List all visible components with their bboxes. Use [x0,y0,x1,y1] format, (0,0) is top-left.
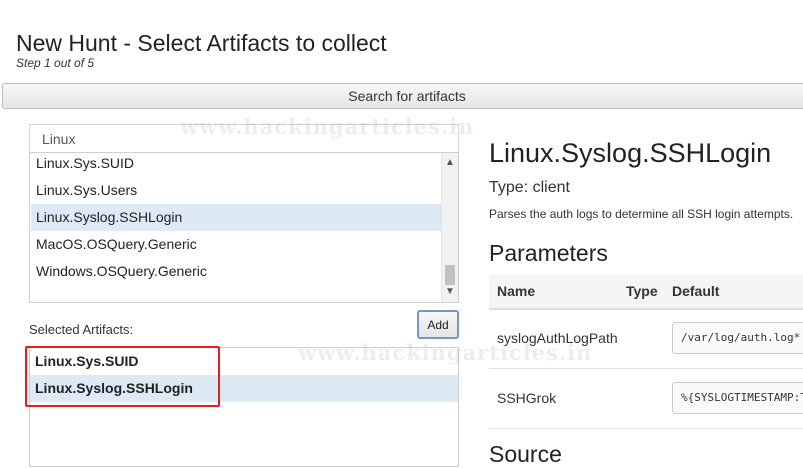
artifact-list-item[interactable]: Linux.Sys.Users [31,177,442,204]
selected-artifacts-label: Selected Artifacts: [29,322,134,337]
artifact-list-item[interactable]: Windows.OSQuery.Generic [31,258,442,285]
parameter-row: syslogAuthLogPath /var/log/auth.log* [489,309,803,369]
artifact-list-scrollbar[interactable]: ▲ ▼ [441,153,458,302]
parameters-heading: Parameters [489,240,608,266]
parameter-default-input[interactable]: %{SYSLOGTIMESTAMP:Timestamp} [672,382,803,414]
artifact-list-item[interactable]: Linux.Syslog.SSHLogin [31,204,442,231]
watermark: www.hackingarticles.in [180,114,475,139]
step-indicator: Step 1 out of 5 [16,56,95,70]
parameter-name: syslogAuthLogPath [497,330,618,346]
source-heading: Source [489,441,562,467]
scroll-down-icon[interactable]: ▼ [442,284,458,300]
artifact-list[interactable]: Linux.Sys.SUID Linux.Sys.Users Linux.Sys… [29,152,459,303]
artifact-list-item[interactable]: MacOS.OSQuery.Generic [31,231,442,258]
parameter-row: SSHGrok %{SYSLOGTIMESTAMP:Timestamp} [489,369,803,429]
column-type-header: Type [626,283,658,299]
add-artifact-button[interactable]: Add [417,310,459,339]
artifact-type: Type: client [489,179,570,196]
artifact-description: Parses the auth logs to determine all SS… [489,207,794,221]
parameter-default-input[interactable]: /var/log/auth.log* [672,322,803,354]
selection-highlight-box [25,346,220,407]
parameters-table-header: Name Type Default [489,275,803,310]
search-artifacts-tab[interactable]: Search for artifacts [2,83,803,109]
parameter-name: SSHGrok [497,390,557,406]
page-title: New Hunt - Select Artifacts to collect [16,30,387,56]
artifact-title: Linux.Syslog.SSHLogin [489,138,772,168]
column-name-header: Name [497,283,536,299]
scroll-thumb[interactable] [445,265,455,285]
scroll-up-icon[interactable]: ▲ [442,155,458,171]
column-default-header: Default [672,283,720,299]
artifact-list-item[interactable]: Linux.Sys.SUID [31,153,442,177]
